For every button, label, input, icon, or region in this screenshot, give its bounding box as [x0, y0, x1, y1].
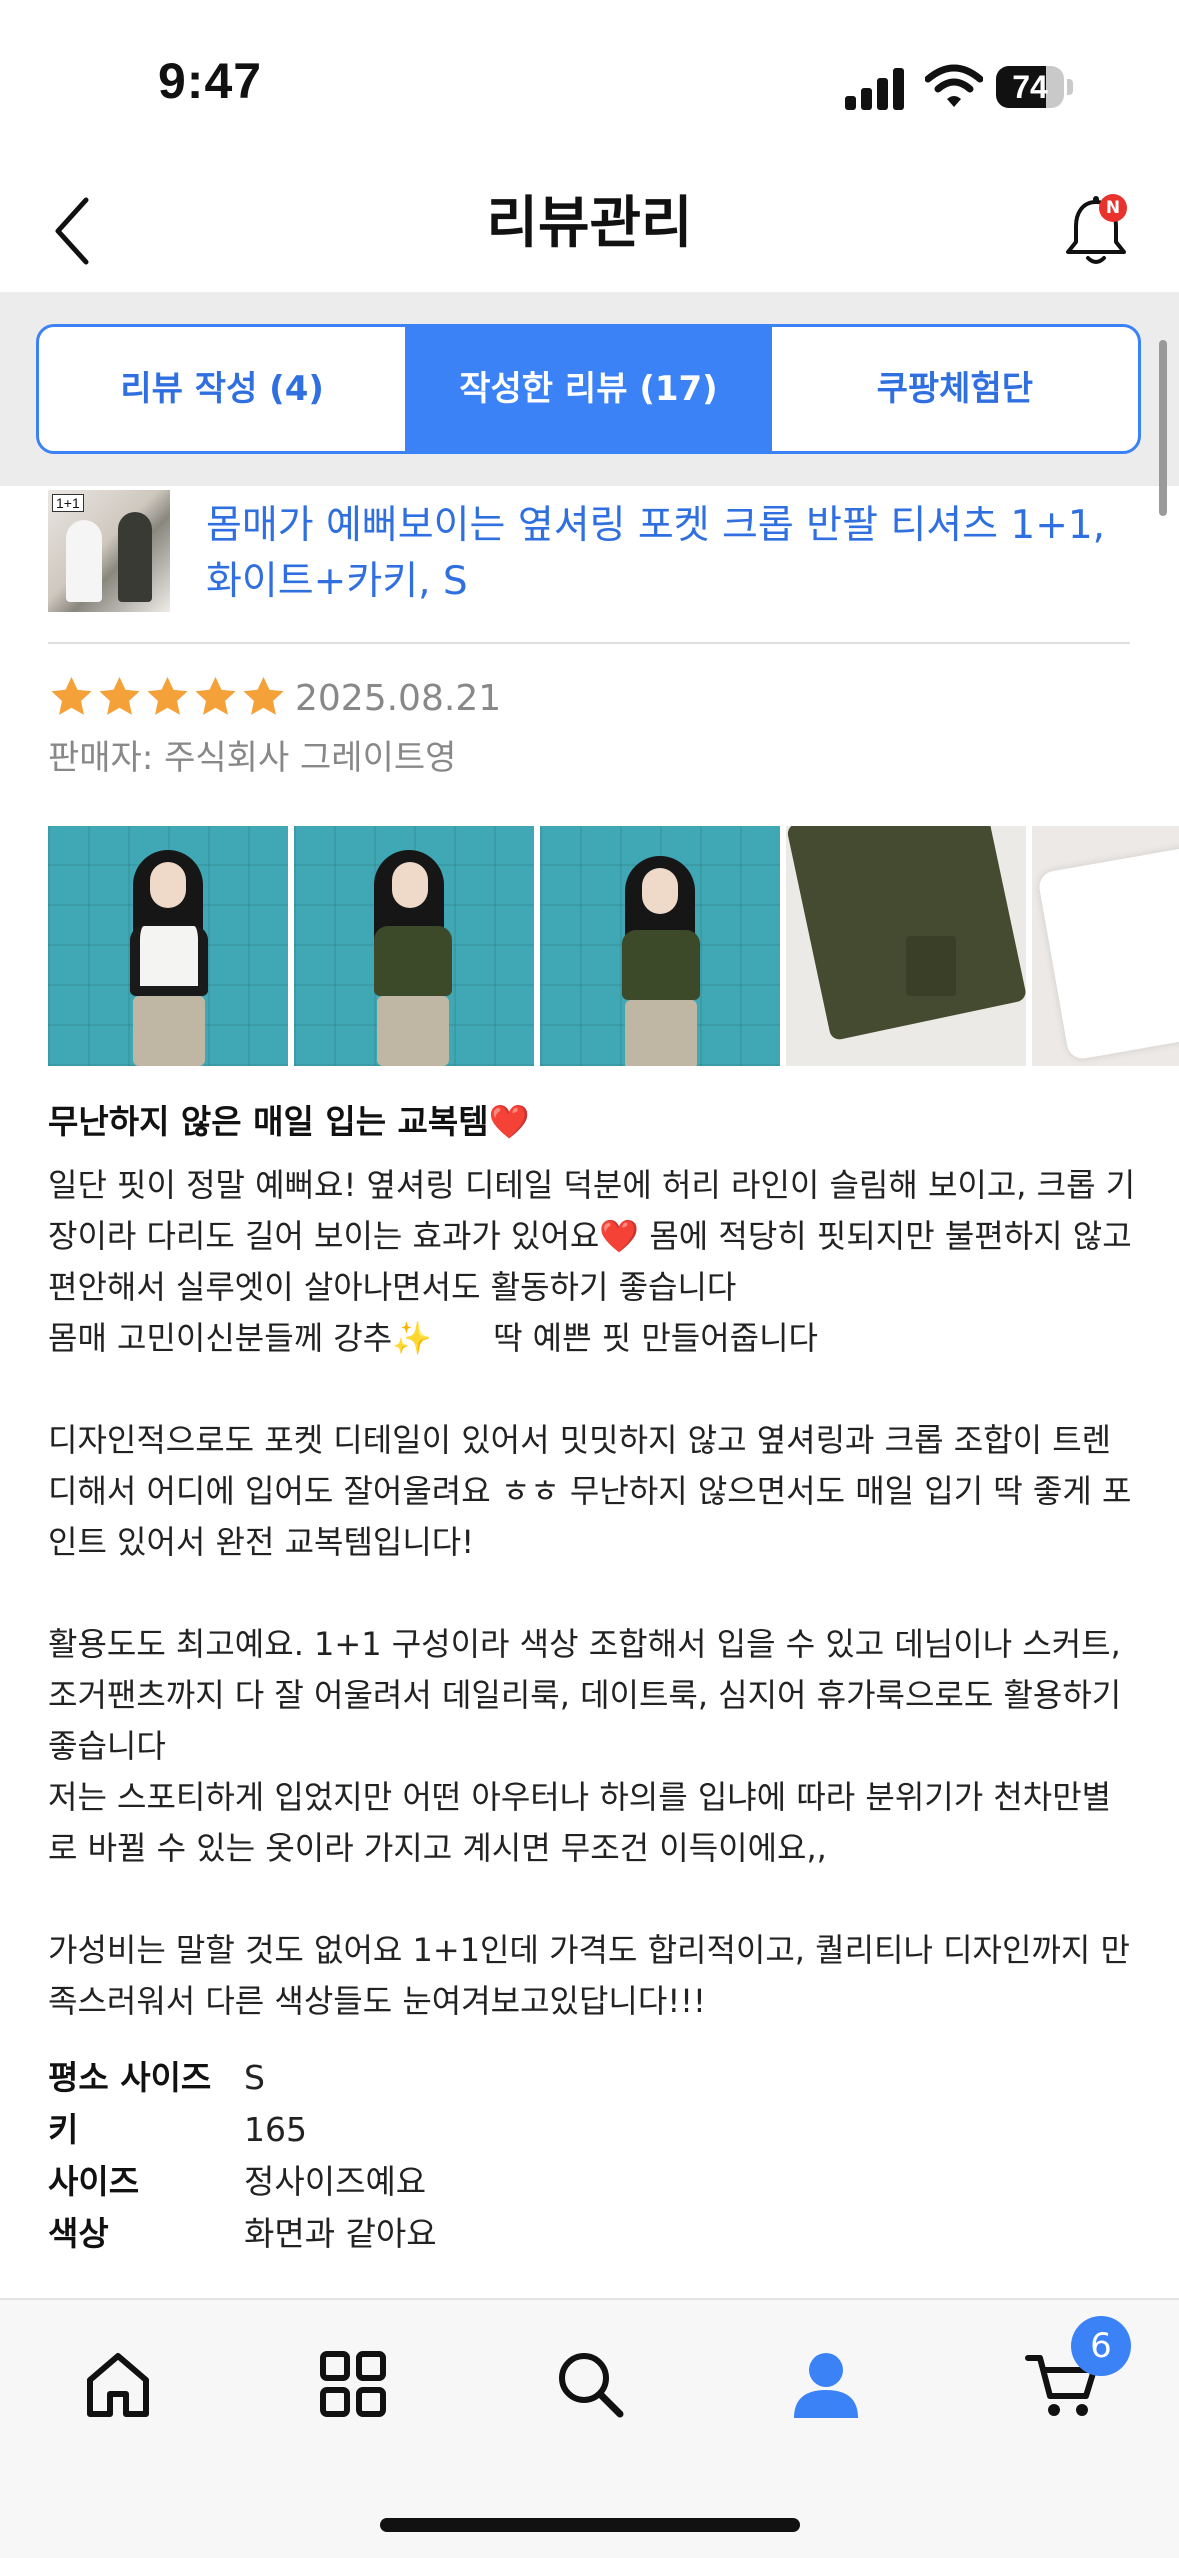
cellular-signal-icon [845, 66, 905, 110]
product-title-link[interactable]: 몸매가 예뻐보이는 옆셔링 포켓 크롭 반팔 티셔츠 1+1, 화이트+카키, … [206, 498, 1126, 610]
review-headline-text: 무난하지 않은 매일 입는 교복템 [48, 1102, 489, 1141]
tab-area: 리뷰 작성 (4) 작성한 리뷰 (17) 쿠팡체험단 [0, 292, 1179, 486]
review-date: 2025.08.21 [295, 678, 502, 719]
review-photo[interactable] [786, 826, 1026, 1066]
size-specs: 평소 사이즈 S 키 165 사이즈 정사이즈예요 색상 화면과 같아요 [48, 2052, 848, 2260]
spec-label: 평소 사이즈 [48, 2058, 212, 2097]
review-paragraph: 딱 예쁜 핏 만들어줍니다 디자인적으로도 포켓 디테일이 있어서 밋밋하지 않… [48, 1319, 1132, 2020]
home-icon[interactable] [78, 2344, 158, 2424]
thumbnail-tag: 1+1 [52, 494, 84, 512]
review-photo[interactable] [294, 826, 534, 1066]
tab-write-review[interactable]: 리뷰 작성 (4) [39, 327, 405, 451]
seller-name: 판매자: 주식회사 그레이트영 [48, 738, 457, 778]
spec-value: 165 [244, 2110, 307, 2149]
review-photo[interactable] [48, 826, 288, 1066]
battery-level: 74 [1012, 69, 1048, 105]
spec-label: 키 [48, 2110, 79, 2149]
status-time: 9:47 [158, 53, 263, 109]
top-app-bar: 리뷰관리 N [0, 170, 1179, 292]
star-icon [147, 676, 188, 715]
spec-row: 키 165 [48, 2104, 848, 2156]
review-photo[interactable] [1032, 826, 1179, 1066]
scrollbar[interactable] [1159, 340, 1167, 516]
category-icon[interactable] [313, 2344, 393, 2424]
product-thumbnail[interactable]: 1+1 [48, 490, 170, 612]
rating-stars [48, 674, 288, 724]
review-tabs: 리뷰 작성 (4) 작성한 리뷰 (17) 쿠팡체험단 [36, 324, 1141, 454]
spec-value: 정사이즈예요 [244, 2162, 427, 2201]
star-icon [99, 676, 140, 715]
search-icon[interactable] [550, 2344, 630, 2424]
star-icon [195, 676, 236, 715]
heart-emoji: ❤️ [599, 1217, 640, 1255]
status-bar: 9:47 74 [0, 0, 1179, 170]
review-photo[interactable] [540, 826, 780, 1066]
star-icon [243, 676, 284, 715]
spec-row: 평소 사이즈 S [48, 2052, 848, 2104]
cart-count-badge: 6 [1071, 2316, 1131, 2376]
spec-row: 색상 화면과 같아요 [48, 2208, 848, 2260]
wifi-icon [925, 64, 983, 107]
tab-experience-group[interactable]: 쿠팡체험단 [772, 327, 1138, 451]
page-title: 리뷰관리 [486, 191, 693, 256]
spec-value: 화면과 같아요 [244, 2214, 437, 2253]
spec-row: 사이즈 정사이즈예요 [48, 2156, 848, 2208]
star-icon [51, 676, 92, 715]
sparkles-emoji: ✨ [392, 1319, 433, 1357]
tab-written-reviews[interactable]: 작성한 리뷰 (17) [405, 327, 772, 451]
review-body: 일단 핏이 정말 예뻐요! 옆셔링 디테일 덕분에 허리 라인이 슬림해 보이고… [48, 1160, 1138, 2027]
spec-value: S [244, 2058, 265, 2097]
battery-icon: 74 [996, 66, 1074, 108]
home-indicator[interactable] [380, 2518, 800, 2532]
heart-emoji: ❤️ [488, 1102, 530, 1141]
my-coupang-icon[interactable] [786, 2344, 866, 2424]
spec-label: 사이즈 [48, 2162, 140, 2201]
spec-label: 색상 [48, 2214, 109, 2253]
review-photos[interactable] [48, 826, 1179, 1066]
review-headline: 무난하지 않은 매일 입는 교복템❤️ [48, 1094, 530, 1150]
product-row[interactable]: 1+1 몸매가 예뻐보이는 옆셔링 포켓 크롭 반팔 티셔츠 1+1, 화이트+… [48, 488, 1130, 644]
notification-badge: N [1099, 194, 1127, 222]
